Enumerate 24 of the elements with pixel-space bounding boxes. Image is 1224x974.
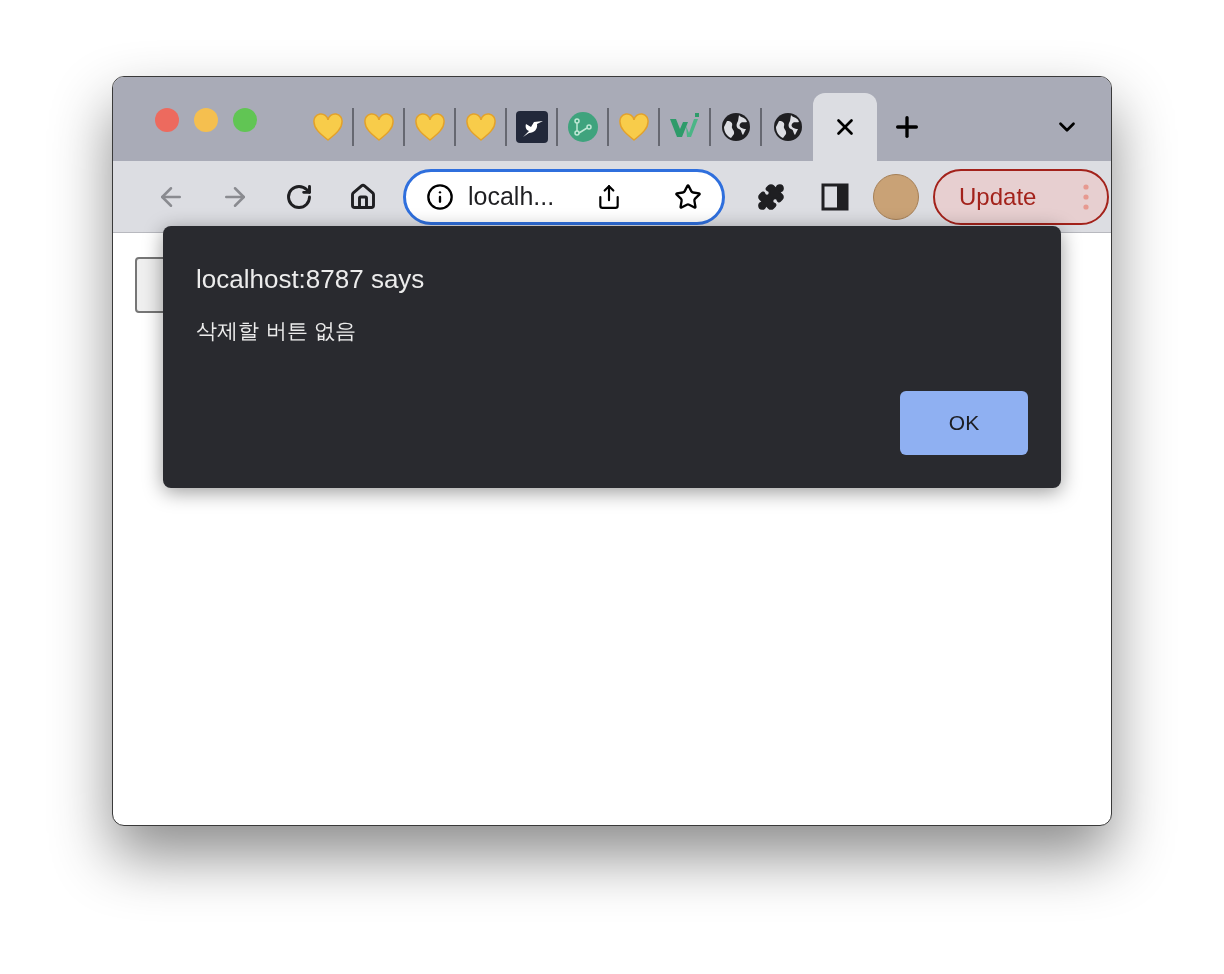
bird-icon [515,111,548,143]
puzzle-icon [757,182,785,211]
dialog-message: 삭제할 버튼 없음 [196,318,358,345]
more-vert-icon [1083,183,1089,210]
home-icon [349,182,377,211]
heart-icon [363,113,394,141]
url-text: localh... [468,182,556,211]
globe-icon [772,112,803,142]
side-panel-icon [821,182,849,211]
dialog-title: localhost:8787 says [196,264,426,295]
globe-icon [720,112,751,142]
network-icon [567,112,598,142]
reload-icon [285,182,313,211]
heart-icon [465,113,496,141]
heart-icon [414,113,445,141]
bookmark-star-icon[interactable] [674,182,702,211]
heart-icon [312,113,343,141]
heart-icon [618,113,649,141]
share-icon[interactable] [596,183,622,210]
update-button[interactable]: Update [933,168,1109,225]
ok-button[interactable]: OK [900,391,1028,455]
info-icon [426,182,454,211]
address-bar[interactable]: localh... [403,168,725,225]
browser-tab[interactable] [813,93,877,161]
